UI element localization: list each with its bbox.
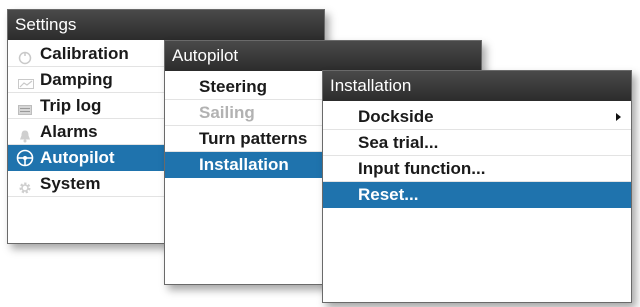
menu-item-dockside[interactable]: Dockside	[323, 104, 631, 130]
installation-title: Installation	[323, 71, 631, 101]
submenu-arrow-icon	[616, 113, 621, 121]
trip-log-icon	[18, 99, 32, 115]
menu-item-label: Installation	[199, 155, 289, 174]
menu-item-reset[interactable]: Reset...	[323, 182, 631, 208]
menu-item-label: Reset...	[358, 185, 419, 204]
menu-item-label: Trip log	[40, 96, 102, 115]
menu-item-label: Dockside	[358, 107, 434, 126]
menu-item-label: System	[40, 174, 101, 193]
gear-icon	[18, 177, 32, 194]
damping-icon	[18, 73, 34, 89]
menu-item-label: Autopilot	[40, 148, 115, 167]
menu-item-label: Calibration	[40, 44, 129, 63]
alarm-bell-icon	[18, 125, 32, 143]
menu-item-label: Steering	[199, 77, 268, 96]
autopilot-wheel-icon	[16, 149, 34, 167]
menu-item-label: Input function...	[358, 159, 486, 178]
menu-item-label: Turn patterns	[199, 129, 308, 148]
menu-item-label: Damping	[40, 70, 113, 89]
menu-item-label: Sailing	[199, 103, 255, 122]
calibration-icon	[18, 47, 32, 65]
menu-item-label: Alarms	[40, 122, 98, 141]
autopilot-title: Autopilot	[165, 41, 481, 71]
installation-menu: Installation Dockside Sea trial... Input…	[322, 70, 632, 303]
settings-title: Settings	[8, 10, 324, 40]
menu-item-label: Sea trial...	[358, 133, 439, 152]
menu-item-input-function[interactable]: Input function...	[323, 156, 631, 182]
menu-item-sea-trial[interactable]: Sea trial...	[323, 130, 631, 156]
